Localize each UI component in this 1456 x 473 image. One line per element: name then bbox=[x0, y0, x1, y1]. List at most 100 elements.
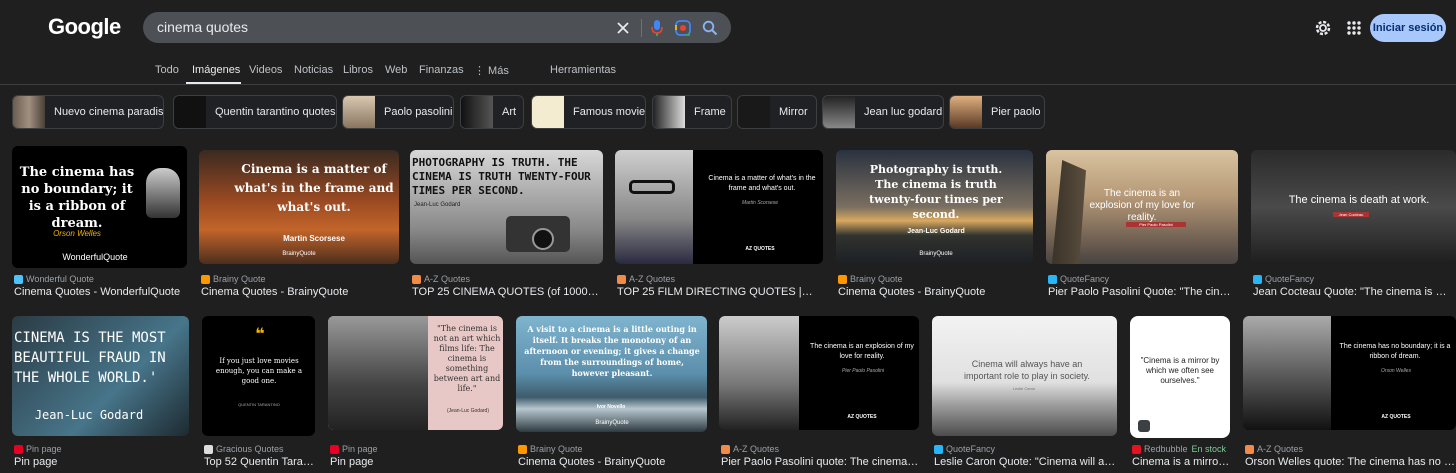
chip-label: Mirror bbox=[779, 106, 808, 118]
favicon-icon bbox=[330, 444, 339, 454]
search-box[interactable] bbox=[143, 12, 731, 43]
image-result[interactable]: ❝ If you just love movies enough, you ca… bbox=[202, 316, 315, 471]
image-quote-text: The cinema is an explosion of my love fo… bbox=[1089, 188, 1195, 223]
tab-libros[interactable]: Libros bbox=[343, 64, 373, 76]
chip-art[interactable]: Art bbox=[460, 95, 524, 129]
result-title: Pin page bbox=[330, 456, 374, 468]
result-title: Cinema Quotes - WonderfulQuote bbox=[14, 286, 181, 298]
chip-thumbnail bbox=[343, 96, 375, 128]
image-quote-text: Cinema will always have an important rol… bbox=[964, 359, 1090, 381]
tab-web[interactable]: Web bbox=[385, 64, 407, 76]
source-name: Brainy Quote bbox=[530, 444, 583, 454]
image-result[interactable]: The cinema has no boundary; it is a ribb… bbox=[1243, 316, 1456, 471]
image-result[interactable]: "The cinema is not an art which films li… bbox=[328, 316, 503, 471]
image-result[interactable]: "Cinema is a mirror by which we often se… bbox=[1130, 316, 1230, 471]
chip-frame[interactable]: Frame bbox=[652, 95, 732, 129]
image-quote-text: PHOTOGRAPHY IS TRUTH. THE CINEMA IS TRUT… bbox=[412, 156, 591, 197]
chip-pier-paolo[interactable]: Pier paolo bbox=[949, 95, 1045, 129]
search-input[interactable] bbox=[157, 19, 597, 35]
image-author: Jean-Luc Godard bbox=[907, 228, 965, 235]
result-source: A-Z Quotes bbox=[412, 274, 470, 284]
result-title: Cinema Quotes - BrainyQuote bbox=[838, 286, 986, 298]
result-title: Pin page bbox=[14, 456, 58, 468]
image-result[interactable]: The cinema is death at work. Jean Coctea… bbox=[1251, 150, 1456, 298]
image-watermark: AZ QUOTES bbox=[847, 414, 877, 420]
photo-shape bbox=[328, 316, 428, 430]
image-author: Jean-Luc Godard bbox=[34, 408, 144, 422]
image-result[interactable]: Cinema will always have an important rol… bbox=[932, 316, 1117, 471]
source-name: QuoteFancy bbox=[1060, 274, 1110, 284]
result-title: Top 52 Quentin Tarantino Quotes bbox=[204, 456, 315, 468]
chip-label: Jean luc godard bbox=[864, 106, 943, 118]
image-result[interactable]: Photography is truth. The cinema is trut… bbox=[836, 150, 1033, 298]
tab-noticias[interactable]: Noticias bbox=[294, 64, 333, 76]
clear-icon[interactable] bbox=[612, 17, 634, 39]
tab-mas[interactable]: ⋮ Más bbox=[474, 64, 509, 77]
tab-finanzas[interactable]: Finanzas bbox=[419, 64, 464, 76]
image-result[interactable]: A visit to a cinema is a little outing i… bbox=[516, 316, 707, 471]
gear-icon[interactable] bbox=[1313, 18, 1333, 38]
image-result[interactable]: PHOTOGRAPHY IS TRUTH. THE CINEMA IS TRUT… bbox=[410, 150, 603, 298]
chip-thumbnail bbox=[532, 96, 564, 128]
image-result[interactable]: Cinema is a matter of what's in the fram… bbox=[615, 150, 823, 298]
chip-thumbnail bbox=[174, 96, 206, 128]
result-source: A-Z Quotes bbox=[617, 274, 675, 284]
result-title: Pier Paolo Pasolini Quote: "The cinema i… bbox=[1048, 286, 1236, 298]
stock-status: En stock bbox=[1191, 444, 1227, 454]
favicon-icon bbox=[934, 444, 943, 454]
result-source: Wonderful Quote bbox=[14, 274, 94, 284]
result-title: Orson Welles quote: The cinema has no bo… bbox=[1245, 456, 1455, 468]
image-result[interactable]: Cinema is a matter of what's in the fram… bbox=[199, 150, 399, 298]
product-badge-icon bbox=[1138, 420, 1150, 432]
search-icon[interactable] bbox=[699, 17, 721, 39]
lens-icon[interactable] bbox=[672, 17, 694, 39]
image-quote-text: If you just love movies enough, you can … bbox=[215, 357, 303, 385]
tab-imagenes[interactable]: Imágenes bbox=[192, 64, 240, 76]
chip-nuevo-cinema-paradiso[interactable]: Nuevo cinema paradiso bbox=[12, 95, 164, 129]
favicon-icon bbox=[412, 274, 421, 284]
image-watermark: BrainyQuote bbox=[595, 420, 629, 426]
result-title: Pier Paolo Pasolini quote: The cinema is… bbox=[721, 456, 919, 468]
result-source: Pin page bbox=[330, 444, 378, 454]
sign-in-button[interactable]: Iniciar sesión bbox=[1370, 14, 1446, 42]
tab-herramientas[interactable]: Herramientas bbox=[550, 64, 616, 76]
source-name: QuoteFancy bbox=[946, 444, 996, 454]
result-title: Cinema is a mirror by which we often see… bbox=[1132, 456, 1230, 468]
source-name: Brainy Quote bbox=[850, 274, 903, 284]
result-image: Photography is truth. The cinema is trut… bbox=[836, 150, 1033, 264]
chip-label: Art bbox=[502, 106, 517, 118]
result-title: Jean Cocteau Quote: "The cinema is death… bbox=[1253, 286, 1451, 298]
result-title: TOP 25 FILM DIRECTING QUOTES | A-Z Quote… bbox=[617, 286, 815, 298]
apps-grid-icon[interactable] bbox=[1345, 19, 1363, 37]
portrait-shape bbox=[146, 168, 180, 218]
image-result[interactable]: The cinema has no boundary; it is a ribb… bbox=[12, 146, 187, 298]
microphone-icon[interactable] bbox=[646, 17, 668, 39]
result-image: Cinema will always have an important rol… bbox=[932, 316, 1117, 436]
image-result[interactable]: The cinema is an explosion of my love fo… bbox=[719, 316, 919, 471]
header: Google Iniciar sesión bbox=[0, 0, 1456, 56]
result-source: A-Z Quotes bbox=[721, 444, 779, 454]
tab-todo[interactable]: Todo bbox=[155, 64, 179, 76]
chip-famous-movie[interactable]: Famous movie bbox=[531, 95, 646, 129]
favicon-icon bbox=[204, 444, 213, 454]
chip-quentin-tarantino-quotes[interactable]: Quentin tarantino quotes bbox=[173, 95, 337, 129]
image-watermark: AZ QUOTES bbox=[1381, 414, 1411, 420]
chip-jean-luc-godard[interactable]: Jean luc godard bbox=[822, 95, 944, 129]
tab-videos[interactable]: Videos bbox=[249, 64, 282, 76]
image-result[interactable]: CINEMA IS THE MOST BEAUTIFUL FRAUD IN TH… bbox=[12, 316, 189, 471]
favicon-icon bbox=[838, 274, 847, 284]
result-source: Gracious Quotes bbox=[204, 444, 284, 454]
chip-mirror[interactable]: Mirror bbox=[737, 95, 817, 129]
portrait-shape bbox=[1243, 316, 1331, 430]
chip-label: Frame bbox=[694, 106, 726, 118]
google-logo[interactable]: Google bbox=[48, 14, 121, 40]
image-quote-text: The cinema has no boundary; it is a ribb… bbox=[19, 165, 135, 231]
result-title: Leslie Caron Quote: "Cinema will always … bbox=[934, 456, 1117, 468]
image-result[interactable]: The cinema is an explosion of my love fo… bbox=[1046, 150, 1238, 298]
source-name: A-Z Quotes bbox=[629, 274, 676, 284]
source-name: Wonderful Quote bbox=[26, 274, 94, 284]
chip-label: Famous movie bbox=[573, 106, 646, 118]
source-name: A-Z Quotes bbox=[733, 444, 780, 454]
result-image: The cinema is death at work. Jean Coctea… bbox=[1251, 150, 1456, 264]
chip-paolo-pasolini[interactable]: Paolo pasolini bbox=[342, 95, 454, 129]
